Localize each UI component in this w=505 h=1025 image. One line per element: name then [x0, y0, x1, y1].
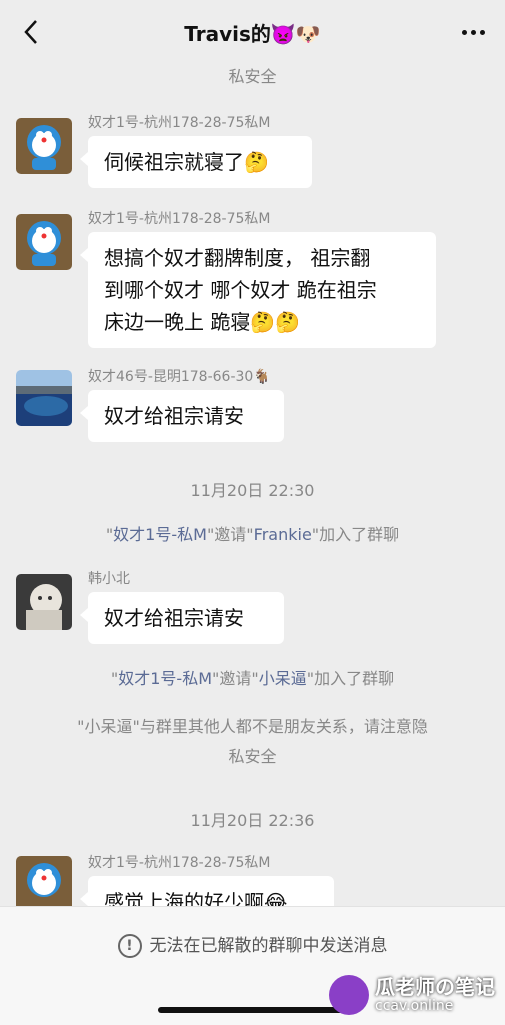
privacy-notice: 私安全: [228, 747, 277, 766]
sender-name: 韩小北: [88, 571, 130, 587]
message-text: 想搞个奴才翻牌制度， 祖宗翻: [104, 246, 371, 270]
more-options-button[interactable]: [455, 14, 491, 50]
system-message: "奴才1号-私M"邀请"小呆逼"加入了群聊: [30, 664, 475, 694]
watermark-logo: [329, 975, 369, 1015]
message-bubble[interactable]: 奴才给祖宗请安: [80, 592, 284, 644]
notice-text: 无法在已解散的群聊中发送消息: [149, 936, 388, 956]
more-icon: [461, 29, 467, 35]
member-link[interactable]: 小呆逼: [259, 669, 307, 688]
system-text: "加入了群聊: [306, 669, 395, 688]
system-message: 私安全: [228, 67, 277, 86]
more-icon: [470, 29, 476, 35]
timestamp: 11月20日 22:30: [190, 481, 315, 500]
watermark-sub: ccav.online: [375, 998, 454, 1014]
system-text: "邀请": [206, 525, 254, 544]
message-bubble[interactable]: 奴才给祖宗请安: [80, 390, 284, 442]
timestamp: 11月20日 22:36: [190, 811, 315, 830]
member-link[interactable]: 奴才1号-私M: [118, 669, 212, 688]
message-text: 到哪个奴才 哪个奴才 跪在祖宗: [104, 278, 377, 302]
message-text: 奴才给祖宗请安: [104, 404, 244, 428]
sender-name: 奴才46号-昆明178-66-30🐐: [88, 369, 271, 385]
watermark-text: 瓜老师の笔记: [375, 975, 495, 999]
footer-bar: ! 无法在已解散的群聊中发送消息 瓜老师の笔记 ccav.online: [0, 906, 505, 1025]
system-text: "邀请": [212, 669, 259, 688]
chat-header: Travis的👿🐶: [0, 0, 505, 64]
sender-name: 奴才1号-杭州178-28-75私M: [88, 211, 271, 227]
chat-title: Travis的👿🐶: [184, 22, 321, 46]
avatar[interactable]: [16, 370, 72, 426]
info-icon: !: [117, 934, 142, 958]
message-bubble[interactable]: 伺候祖宗就寝了🤔: [80, 136, 312, 188]
home-indicator[interactable]: [158, 1007, 348, 1013]
member-link[interactable]: Frankie: [254, 525, 312, 544]
watermark: 瓜老师の笔记 ccav.online: [329, 975, 495, 1015]
message-text: 伺候祖宗就寝了🤔: [104, 150, 269, 174]
privacy-notice: "小呆逼"与群里其他人都不是朋友关系，请注意隐: [77, 717, 428, 736]
message-bubble[interactable]: 想搞个奴才翻牌制度， 祖宗翻 到哪个奴才 哪个奴才 跪在祖宗 床边一晚上 跪寝🤔…: [80, 232, 436, 348]
system-text: "加入了群聊: [311, 525, 400, 544]
sender-name: 奴才1号-杭州178-28-75私M: [88, 115, 271, 131]
avatar[interactable]: [16, 214, 72, 270]
message-text: 床边一晚上 跪寝🤔🤔: [104, 310, 301, 334]
avatar[interactable]: [16, 118, 72, 174]
avatar[interactable]: [16, 856, 72, 912]
sender-name: 奴才1号-杭州178-28-75私M: [88, 855, 271, 871]
more-icon: [479, 29, 485, 35]
message-text: 奴才给祖宗请安: [104, 606, 244, 630]
avatar[interactable]: [16, 574, 72, 630]
dissolved-group-notice: ! 无法在已解散的群聊中发送消息: [0, 931, 505, 958]
system-message: "奴才1号-私M"邀请"Frankie"加入了群聊: [30, 520, 475, 550]
member-link[interactable]: 奴才1号-私M: [113, 525, 207, 544]
